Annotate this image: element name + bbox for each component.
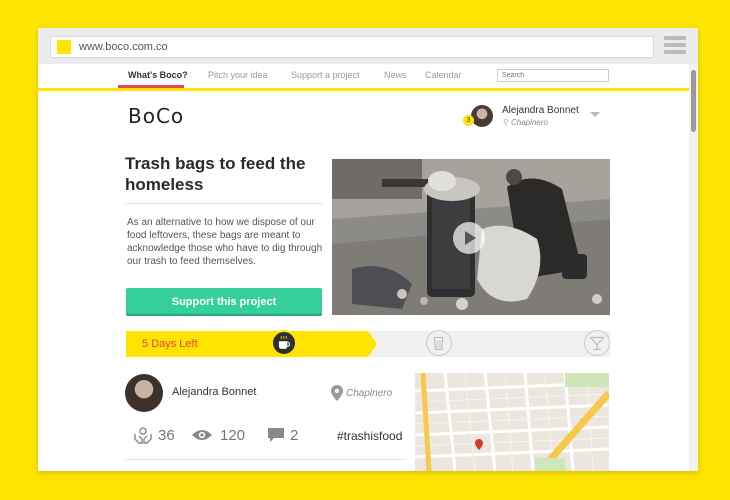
site-nav: What's Boco? Pitch your idea Support a p…: [38, 64, 698, 91]
project-title: Trash bags to feed the homeless: [125, 154, 306, 194]
user-location: Chapinero: [511, 118, 548, 127]
views-eye-icon: [192, 430, 212, 440]
comments-bubble-icon: [268, 428, 284, 442]
views-count: 120: [220, 427, 246, 444]
supporters-count: 36: [158, 427, 175, 444]
project-description: As an alternative to how we dispose of o…: [127, 217, 323, 267]
comments-count: 2: [290, 427, 299, 444]
favicon-icon: [57, 40, 71, 54]
days-left-label: 5 Days Left: [142, 338, 198, 350]
nav-item-whats-boco[interactable]: What's Boco?: [128, 70, 188, 80]
url-text: www.boco.com.co: [79, 41, 168, 53]
play-button-icon[interactable]: [453, 222, 485, 254]
notification-badge[interactable]: 3: [463, 115, 474, 126]
user-name[interactable]: Alejandra Bonnet: [502, 105, 579, 116]
author-name[interactable]: Alejandra Bonnet: [172, 386, 256, 398]
cocktail-glass-icon[interactable]: [584, 330, 610, 356]
address-bar[interactable]: www.boco.com.co: [50, 36, 654, 58]
scrollbar-thumb[interactable]: [691, 70, 696, 132]
progress-arrow: [368, 331, 377, 357]
browser-window: www.boco.com.co What's Boco? Pitch your …: [38, 28, 698, 471]
nav-item-pitch-your-idea[interactable]: Pitch your idea: [208, 70, 268, 80]
progress-fill: 5 Days Left: [126, 331, 368, 357]
nav-item-support-a-project[interactable]: Support a project: [291, 70, 360, 80]
nav-active-indicator: [118, 85, 184, 88]
divider: [125, 203, 322, 204]
project-video[interactable]: [332, 159, 610, 315]
coffee-cup-icon[interactable]: [271, 330, 297, 356]
author-avatar[interactable]: [125, 374, 163, 412]
browser-chrome: www.boco.com.co: [38, 28, 698, 64]
supporters-hands-icon: [134, 427, 152, 444]
location-map[interactable]: [415, 373, 609, 471]
search-input[interactable]: [497, 69, 609, 82]
project-location: Chapinero: [346, 388, 393, 399]
project-hashtag[interactable]: #trashisfood: [337, 429, 402, 443]
user-menu-chevron-down-icon[interactable]: [590, 112, 600, 117]
user-avatar[interactable]: [471, 105, 493, 127]
map-image: [415, 373, 609, 471]
location-pin-icon: [331, 385, 343, 401]
divider: [125, 459, 405, 460]
nav-item-news[interactable]: News: [384, 70, 407, 80]
hamburger-menu-icon[interactable]: [664, 36, 686, 56]
scrollbar[interactable]: [689, 64, 698, 471]
support-project-button[interactable]: Support this project: [126, 288, 322, 314]
beer-glass-icon[interactable]: [426, 330, 452, 356]
funding-progress-bar: 5 Days Left: [126, 330, 610, 357]
boco-logo[interactable]: BoCo: [128, 104, 184, 128]
nav-item-calendar[interactable]: Calendar: [425, 70, 462, 80]
location-pin-icon: ⚲: [503, 118, 509, 127]
